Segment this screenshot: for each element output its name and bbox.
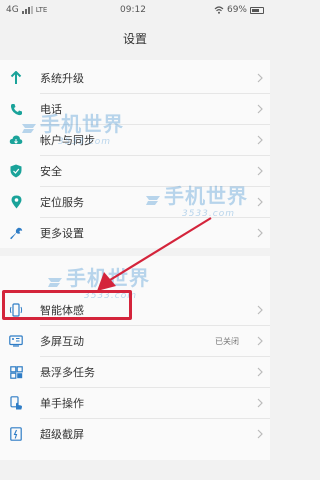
bottom-strip [0, 460, 270, 480]
location-pin-icon [9, 195, 23, 209]
chevron-right-icon [256, 428, 264, 440]
screenshot-icon [9, 427, 23, 441]
wrench-icon [9, 226, 23, 240]
settings-list: 系统升级 电话 帐户与同步 安全 定位服务 更多设置 智能体感 多屏互动 已关闭… [0, 60, 270, 460]
setting-system-update[interactable]: 系统升级 [0, 63, 270, 93]
setting-label: 系统升级 [40, 72, 84, 85]
wifi-icon [214, 6, 224, 14]
chevron-right-icon [256, 335, 264, 347]
setting-label: 单手操作 [40, 397, 84, 410]
multi-screen-icon [9, 334, 23, 348]
chevron-right-icon [256, 165, 264, 177]
setting-more[interactable]: 更多设置 [0, 218, 270, 248]
signal-icon [21, 6, 33, 14]
setting-one-hand[interactable]: 单手操作 [0, 388, 270, 418]
one-hand-icon [9, 396, 23, 410]
setting-super-screenshot[interactable]: 超级截屏 [0, 419, 270, 449]
cloud-sync-icon [9, 133, 23, 147]
battery-percent: 69% [226, 5, 247, 15]
setting-label: 安全 [40, 165, 62, 178]
setting-floating-multitask[interactable]: 悬浮多任务 [0, 357, 270, 387]
chevron-right-icon [256, 227, 264, 239]
setting-phone[interactable]: 电话 [0, 94, 270, 124]
setting-multi-screen[interactable]: 多屏互动 已关闭 [0, 326, 270, 356]
status-left: 4G LTE [6, 5, 47, 15]
arrow-up-icon [9, 71, 23, 85]
status-bar: 4G LTE 09:12 69% [0, 0, 270, 20]
group-separator [0, 248, 270, 256]
chevron-right-icon [256, 72, 264, 84]
carrier-label: 4G [6, 5, 19, 15]
header: 设置 [0, 20, 270, 56]
page-title: 设置 [122, 31, 147, 46]
setting-status-value: 已关闭 [215, 336, 239, 346]
setting-label: 悬浮多任务 [40, 366, 95, 379]
setting-label: 超级截屏 [40, 428, 84, 441]
clock: 09:12 [120, 5, 146, 15]
chevron-right-icon [256, 134, 264, 146]
chevron-right-icon [256, 304, 264, 316]
network-type-label: LTE [35, 6, 48, 14]
setting-account-sync[interactable]: 帐户与同步 [0, 125, 270, 155]
shield-icon [9, 164, 23, 178]
chevron-right-icon [256, 397, 264, 409]
setting-label: 帐户与同步 [40, 134, 95, 147]
floating-window-icon [9, 365, 23, 379]
phone-icon [9, 102, 23, 116]
setting-location[interactable]: 定位服务 [0, 187, 270, 217]
setting-label: 多屏互动 [40, 335, 84, 348]
setting-label: 更多设置 [40, 227, 84, 240]
battery-icon [250, 6, 264, 14]
highlight-box [2, 290, 132, 320]
setting-label: 定位服务 [40, 196, 84, 209]
setting-security[interactable]: 安全 [0, 156, 270, 186]
chevron-right-icon [256, 103, 264, 115]
chevron-right-icon [256, 366, 264, 378]
status-right: 69% [214, 5, 264, 15]
chevron-right-icon [256, 196, 264, 208]
setting-label: 电话 [40, 103, 62, 116]
